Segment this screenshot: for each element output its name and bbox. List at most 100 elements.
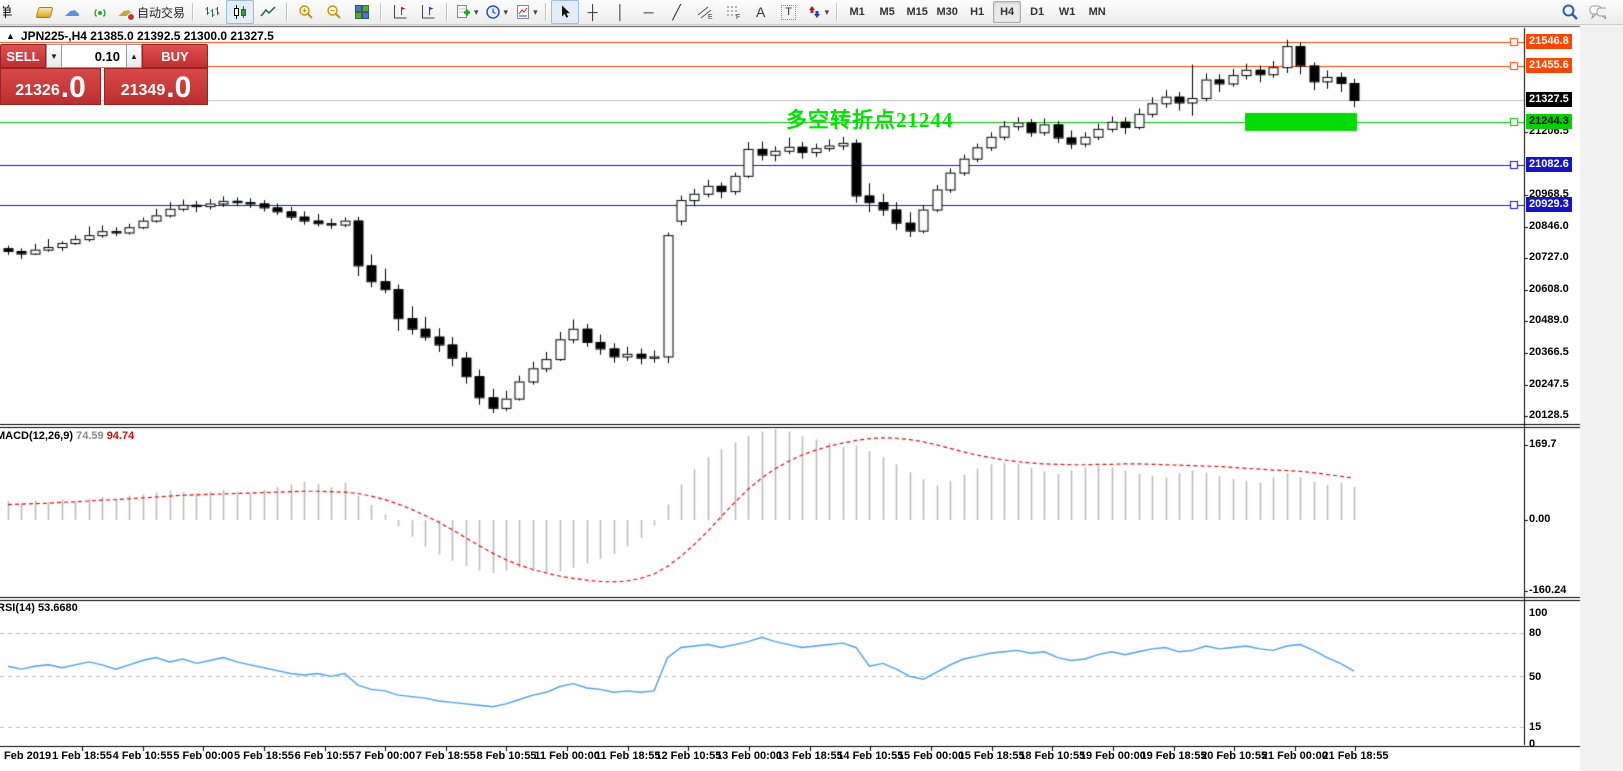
arrows-icon (806, 4, 823, 21)
timeframe-m1-button[interactable]: M1 (843, 1, 871, 23)
time-axis-label: 20 Feb 10:55 (1201, 750, 1267, 762)
chat-button[interactable] (1583, 0, 1611, 24)
toolbar-zoom-group (292, 0, 376, 24)
cursor-button[interactable] (551, 0, 579, 24)
mql-community-icon: ☁ (64, 4, 81, 21)
line-chart-button[interactable] (254, 0, 282, 24)
timeframe-m15-button[interactable]: M15 (903, 1, 931, 23)
periods-button[interactable]: ▾ (482, 0, 512, 24)
sell-price-display[interactable]: 21326.0 (0, 68, 101, 105)
price-axis-badge: 20929.3 (1526, 197, 1572, 212)
toolbar-right-group (1555, 0, 1621, 24)
fibonacci-icon: F (724, 4, 741, 21)
main-toolbar: 单☁☁自动交易 ▾▾▾ ┼│─╱EFAT▾ M1M5M15M30H1H4D1W1… (0, 0, 1623, 25)
signals-icon (92, 4, 109, 21)
timeframe-d1-button[interactable]: D1 (1023, 1, 1051, 23)
timeframe-mn-button[interactable]: MN (1083, 1, 1111, 23)
sell-price-pips: .0 (61, 74, 86, 102)
tile-windows-icon (354, 4, 371, 21)
price-axis-tick: 20247.5 (1529, 378, 1569, 390)
zoom-out-button[interactable] (320, 0, 348, 24)
timeframe-h1-button[interactable]: H1 (963, 1, 991, 23)
candlestick-chart-button[interactable] (226, 0, 254, 24)
bar-chart-button[interactable] (198, 0, 226, 24)
price-axis-tick: 20366.5 (1529, 346, 1569, 358)
signals-button[interactable] (86, 0, 114, 24)
chevron-down-icon[interactable]: ▾ (533, 7, 538, 18)
chart-text-annotation[interactable]: 多空转折点21244 (786, 104, 954, 134)
timeframe-h4-button[interactable]: H4 (993, 1, 1021, 23)
price-axis-badge: 21327.5 (1526, 92, 1572, 107)
rsi-label: RSI(14) 53.6680 (0, 602, 78, 614)
templates-button[interactable]: ▾ (511, 0, 541, 24)
macd-axis-tick: 0.00 (1529, 513, 1550, 525)
chevron-down-icon[interactable]: ▾ (474, 7, 479, 18)
toolbar-separator (545, 3, 547, 21)
time-axis-label: 6 Feb 10:55 (295, 750, 355, 762)
mql-community-button[interactable]: ☁ (58, 0, 86, 24)
price-axis-tick: 20489.0 (1529, 314, 1569, 326)
autotrading-button[interactable]: ☁自动交易 (114, 0, 188, 24)
chevron-down-icon[interactable]: ▾ (504, 7, 509, 18)
toolbar-chart-group (198, 0, 282, 24)
buy-button[interactable]: BUY (142, 44, 208, 68)
rsi-axis-tick: 80 (1529, 627, 1541, 639)
new-order-icon: 单 (2, 4, 14, 21)
timeframe-m30-button[interactable]: M30 (933, 1, 961, 23)
trendline-button[interactable]: ╱ (663, 0, 691, 24)
rsi-axis-tick: 0 (1529, 738, 1535, 750)
profiles-icon (392, 4, 409, 21)
time-axis-label: 7 Feb 18:55 (416, 750, 476, 762)
price-axis-tick: 20846.0 (1529, 220, 1569, 232)
chevron-down-icon[interactable]: ▾ (825, 7, 830, 18)
sell-button[interactable]: SELL (0, 44, 46, 68)
volume-input[interactable] (62, 44, 126, 68)
time-axis-label: 21 Feb 18:55 (1322, 750, 1388, 762)
toolbar-separator (836, 3, 838, 21)
arrows-button[interactable]: ▾ (803, 0, 833, 24)
search-icon (1561, 4, 1578, 21)
price-axis-tick: 20128.5 (1529, 409, 1569, 421)
zoom-out-icon (326, 4, 343, 21)
volume-decrease-button[interactable]: ▼ (46, 44, 62, 68)
autotrading-icon: ☁ (117, 4, 134, 21)
time-axis-label: 1 Feb 18:55 (52, 750, 112, 762)
toolbar-profile-group (386, 0, 442, 24)
rsi-name: RSI(14) (0, 602, 35, 614)
time-axis-label: 21 Feb 00:00 (1262, 750, 1328, 762)
text-icon: A (752, 4, 769, 21)
time-axis-label: 13 Feb 00:00 (716, 750, 782, 762)
autotrading-label: 自动交易 (137, 4, 185, 21)
buy-price-display[interactable]: 21349.0 (104, 68, 208, 105)
price-axis-badge: 21082.6 (1526, 157, 1572, 172)
timeframe-m5-button[interactable]: M5 (873, 1, 901, 23)
tile-windows-button[interactable] (348, 0, 376, 24)
indicators-list-button[interactable]: ▾ (452, 0, 482, 24)
equidistant-channel-button[interactable]: E (691, 0, 719, 24)
data-window-button[interactable] (414, 0, 442, 24)
volume-increase-button[interactable]: ▲ (126, 44, 142, 68)
mql-editor-button[interactable] (30, 0, 58, 24)
search-button[interactable] (1555, 0, 1583, 24)
svg-text:E: E (708, 14, 713, 20)
zoom-in-button[interactable] (292, 0, 320, 24)
spin-up-icon: ▲ (130, 52, 138, 61)
fibonacci-button[interactable]: F (719, 0, 747, 24)
mql-editor-icon (35, 7, 53, 18)
text-label-button[interactable]: T (775, 0, 803, 24)
one-click-trading-panel: SELL ▼ ▲ BUY 21326.0 21349.0 (0, 44, 208, 105)
time-axis-label: 14 Feb 10:55 (837, 750, 903, 762)
periods-icon (485, 4, 502, 21)
new-order-button[interactable]: 单 (2, 0, 30, 24)
time-axis-label: 11 Feb 18:55 (595, 750, 660, 762)
line-chart-icon (260, 4, 277, 21)
horizontal-line-button[interactable]: ─ (635, 0, 663, 24)
price-axis-badge: 21244.3 (1526, 114, 1572, 129)
crosshair-button[interactable]: ┼ (579, 0, 607, 24)
text-button[interactable]: A (747, 0, 775, 24)
vertical-line-button[interactable]: │ (607, 0, 635, 24)
timeframe-w1-button[interactable]: W1 (1053, 1, 1081, 23)
price-axis-tick: 20727.0 (1529, 251, 1569, 263)
profiles-button[interactable] (386, 0, 414, 24)
chart-menu-icon[interactable]: ▲ (6, 31, 15, 41)
